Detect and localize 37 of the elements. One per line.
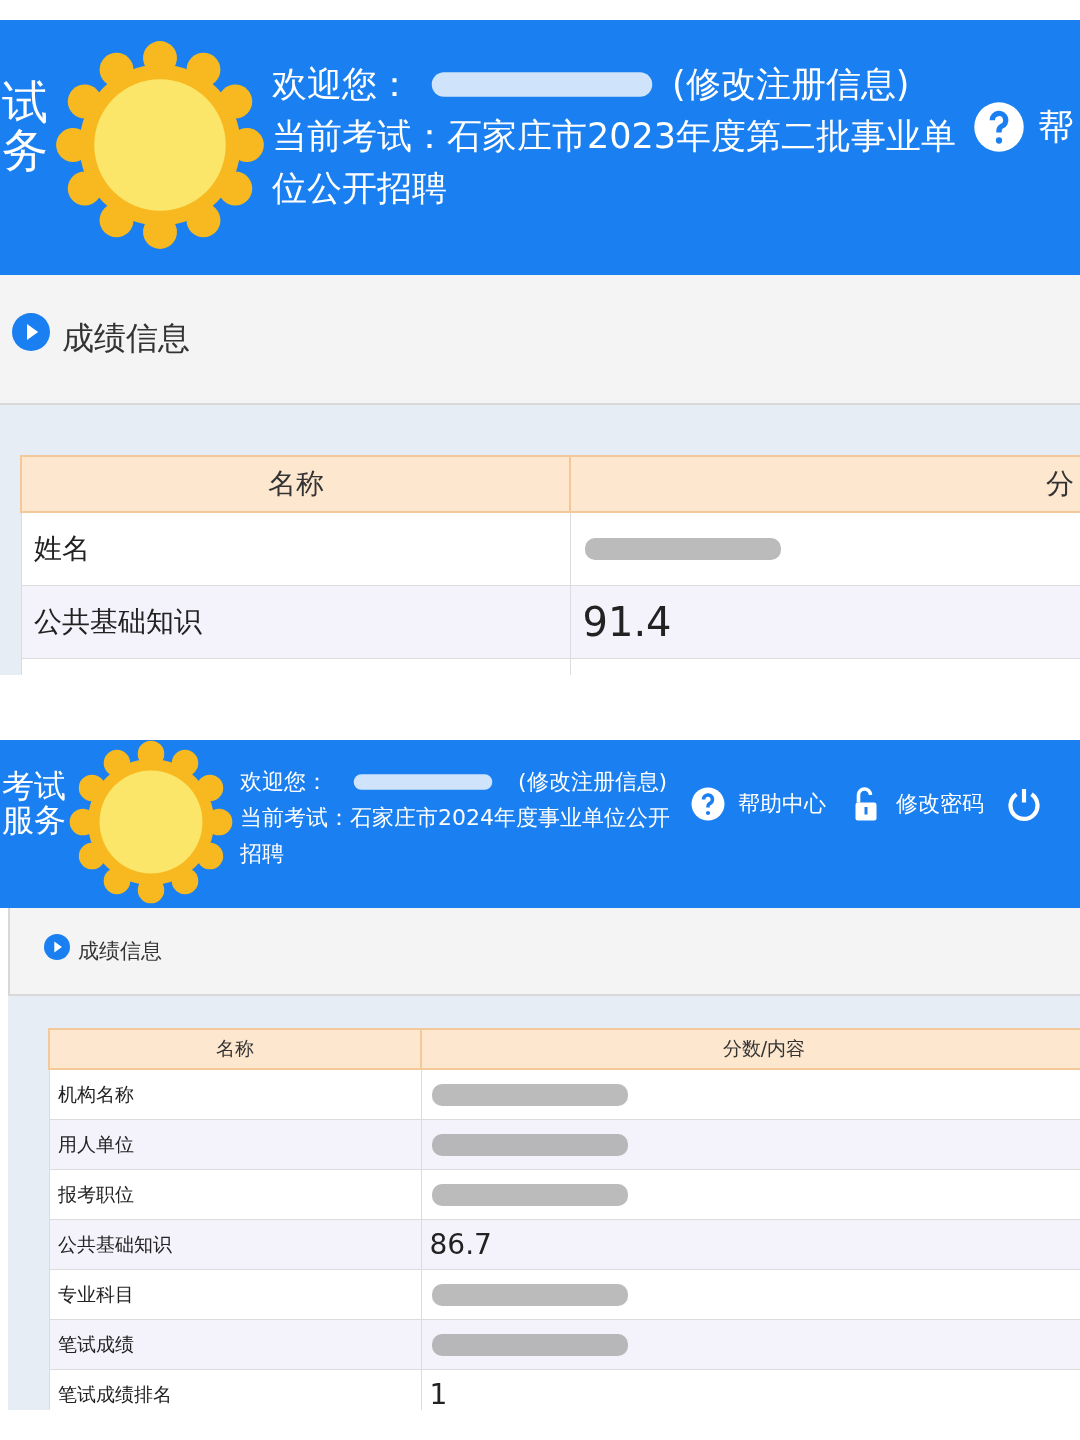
play-icon bbox=[12, 313, 50, 351]
brand-title: 试 bbox=[2, 78, 49, 127]
section-title: 成绩信息 bbox=[62, 318, 190, 359]
column-header: 分 bbox=[570, 456, 1080, 512]
table-cell: 机构名称 bbox=[49, 1069, 421, 1120]
table-cell: 91.4 bbox=[570, 585, 1080, 659]
brand-title: 务 bbox=[2, 126, 49, 175]
edit-registration-link[interactable]: (修改注册信息) bbox=[672, 58, 910, 110]
power-link[interactable] bbox=[1006, 786, 1042, 822]
table-cell: 公共基础知识 bbox=[49, 1219, 421, 1270]
lock-link[interactable]: 修改密码 bbox=[848, 786, 984, 822]
table-cell: 专业科目 bbox=[49, 1269, 421, 1320]
table-cell: 1 bbox=[421, 1369, 1080, 1410]
power-icon bbox=[1006, 786, 1042, 822]
current-exam-text: 当前考试：石家庄市2024年度事业单位公开招聘 bbox=[240, 804, 671, 868]
table-cell: 86.7 bbox=[421, 1219, 1080, 1270]
help-link[interactable]: 帮助中心 bbox=[690, 786, 826, 822]
help-icon bbox=[972, 100, 1026, 154]
welcome-label: 欢迎您： bbox=[272, 63, 412, 106]
table-cell: 报考职位 bbox=[49, 1169, 421, 1220]
table-cell: 姓名 bbox=[21, 512, 570, 586]
table-cell: 公共基础知识 bbox=[21, 585, 570, 659]
edit-registration-link[interactable]: (修改注册信息) bbox=[518, 764, 668, 800]
column-header: 名称 bbox=[49, 1029, 421, 1069]
column-header: 名称 bbox=[21, 456, 570, 512]
welcome-label: 欢迎您： bbox=[240, 768, 328, 796]
current-exam-text: 当前考试：石家庄市2023年度第二批事业单位公开招聘 bbox=[272, 115, 958, 210]
help-link[interactable]: 帮 bbox=[972, 100, 1074, 154]
brand-title: 考试 bbox=[2, 770, 67, 804]
column-header: 分数/内容 bbox=[421, 1029, 1080, 1069]
table-cell: 笔试成绩排名 bbox=[49, 1369, 421, 1410]
table-cell: 用人单位 bbox=[49, 1119, 421, 1170]
section-title: 成绩信息 bbox=[78, 938, 162, 965]
help-icon bbox=[690, 786, 726, 822]
play-icon bbox=[44, 934, 70, 960]
brand-title: 服务 bbox=[2, 803, 67, 838]
table-cell: 笔试成绩 bbox=[49, 1319, 421, 1370]
